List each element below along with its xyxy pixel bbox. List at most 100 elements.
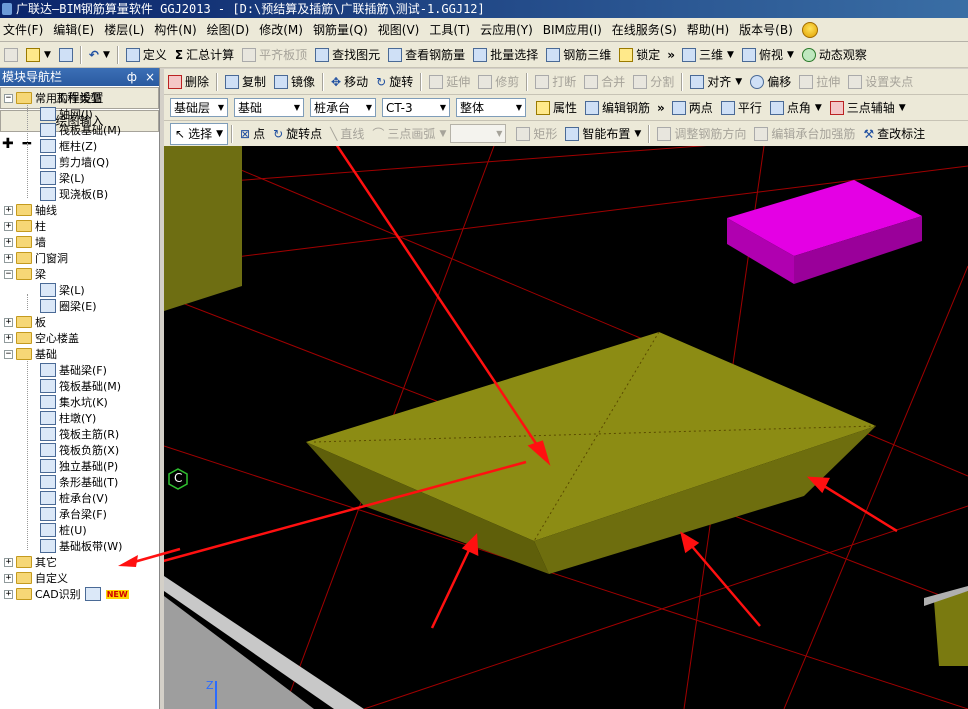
expand-icon[interactable]: + xyxy=(4,221,13,231)
smart-layout-button[interactable]: 智能布置 ▼ xyxy=(561,123,645,145)
rotate-point-button[interactable]: ↻ 旋转点 xyxy=(269,123,326,145)
tree-item-sump[interactable]: 集水坑(K) xyxy=(40,394,108,410)
expand-icon[interactable]: + xyxy=(4,333,13,343)
menu-edit[interactable]: 编辑(E) xyxy=(50,18,101,41)
tree-node-others[interactable]: + 其它 xyxy=(4,554,57,570)
collapse-icon[interactable]: − xyxy=(4,93,13,103)
tree-node-column[interactable]: + 柱 xyxy=(4,218,46,234)
tree-item-cast-slab[interactable]: 现浇板(B) xyxy=(40,186,108,202)
floor-select[interactable]: 基础层 ▼ xyxy=(170,98,228,117)
expand-icon[interactable]: + xyxy=(4,237,13,247)
unit-select[interactable]: 整体 ▼ xyxy=(456,98,526,117)
more-chevron-icon[interactable]: » xyxy=(664,48,678,62)
expand-all-icon[interactable]: ✚ xyxy=(2,136,14,152)
tree-node-foundation[interactable]: − 基础 xyxy=(4,346,57,362)
menu-help[interactable]: 帮助(H) xyxy=(684,18,736,41)
batch-select-button[interactable]: 批量选择 xyxy=(469,44,542,66)
tree-item-cap-beam[interactable]: 承台梁(F) xyxy=(40,506,107,522)
element-type-select[interactable]: 桩承台 ▼ xyxy=(310,98,376,117)
move-button[interactable]: ✥ 移动 xyxy=(327,71,372,93)
view-rebar-qty-button[interactable]: 查看钢筋量 xyxy=(384,44,469,66)
expand-icon[interactable]: + xyxy=(4,253,13,263)
close-icon[interactable]: × xyxy=(145,68,155,86)
delete-button[interactable]: 删除 xyxy=(164,71,213,93)
tree-node-hollow-floor[interactable]: + 空心楼盖 xyxy=(4,330,79,346)
tree-item-foundation-strip[interactable]: 基础板带(W) xyxy=(40,538,122,554)
trim-button[interactable]: 修剪 xyxy=(474,71,523,93)
break-button[interactable]: 打断 xyxy=(531,71,580,93)
menu-online[interactable]: 在线服务(S) xyxy=(609,18,684,41)
tree-item-shear-wall[interactable]: 剪力墙(Q) xyxy=(40,154,109,170)
new-file-button[interactable] xyxy=(0,44,22,66)
offset-button[interactable]: 偏移 xyxy=(746,71,795,93)
extend-button[interactable]: 延伸 xyxy=(425,71,474,93)
menu-floor[interactable]: 楼层(L) xyxy=(101,18,151,41)
parallel-button[interactable]: 平行 xyxy=(717,97,766,119)
set-grip-button[interactable]: 设置夹点 xyxy=(844,71,917,93)
stretch-button[interactable]: 拉伸 xyxy=(795,71,844,93)
tree-item-raft-foundation[interactable]: 筏板基础(M) xyxy=(40,378,121,394)
point-angle-button[interactable]: 点角 ▼ xyxy=(766,97,826,119)
properties-button[interactable]: 属性 xyxy=(532,97,581,119)
menu-view[interactable]: 视图(V) xyxy=(375,18,427,41)
lock-button[interactable]: 锁定 xyxy=(615,44,664,66)
top-view-button[interactable]: 俯视 ▼ xyxy=(738,44,798,66)
tree-item-beam-l[interactable]: 梁(L) xyxy=(40,282,85,298)
tree-item-beam[interactable]: 梁(L) xyxy=(40,170,85,186)
tree-node-beam-group[interactable]: − 梁 xyxy=(4,266,46,282)
menu-bim[interactable]: BIM应用(I) xyxy=(540,18,609,41)
snap-marker[interactable]: C xyxy=(167,468,189,490)
tree-node-axis[interactable]: + 轴线 xyxy=(4,202,57,218)
viewport-canvas[interactable]: Z xyxy=(164,146,968,709)
menu-modify[interactable]: 修改(M) xyxy=(256,18,310,41)
tree-item-pile[interactable]: 桩(U) xyxy=(40,522,87,538)
dynamic-view-button[interactable]: 动态观察 xyxy=(798,44,871,66)
modify-label-button[interactable]: ⚒ 查改标注 xyxy=(859,123,929,145)
sum-calc-button[interactable]: Σ 汇总计算 xyxy=(171,44,238,66)
rebar-3d-button[interactable]: 钢筋三维 xyxy=(542,44,615,66)
more-chevron-icon[interactable]: » xyxy=(654,101,668,115)
collapse-icon[interactable]: − xyxy=(4,269,13,279)
three-point-axis-button[interactable]: 三点辅轴 ▼ xyxy=(826,97,910,119)
select-button[interactable]: ↖ 选择 ▼ xyxy=(170,122,228,145)
element-name-select[interactable]: CT-3 ▼ xyxy=(382,98,450,117)
line-button[interactable]: ╲ 直线 xyxy=(326,123,368,145)
rectangle-button[interactable]: 矩形 xyxy=(512,123,561,145)
edit-cap-rebar-button[interactable]: 编辑承台加强筋 xyxy=(750,123,859,145)
adjust-rebar-dir-button[interactable]: 调整钢筋方向 xyxy=(653,123,750,145)
tree-item-ring-beam[interactable]: 圈梁(E) xyxy=(40,298,97,314)
mirror-button[interactable]: 镜像 xyxy=(270,71,319,93)
copy-button[interactable]: 复制 xyxy=(221,71,270,93)
find-element-button[interactable]: 查找图元 xyxy=(311,44,384,66)
tree-node-cad[interactable]: + CAD识别 NEW xyxy=(4,586,129,602)
collapse-icon[interactable]: − xyxy=(4,349,13,359)
merge-button[interactable]: 合并 xyxy=(580,71,629,93)
view-3d-button[interactable]: 三维 ▼ xyxy=(678,44,738,66)
tree-node-door-window[interactable]: + 门窗洞 xyxy=(4,250,68,266)
two-points-button[interactable]: 两点 xyxy=(668,97,717,119)
tree-item-isolated-foundation[interactable]: 独立基础(P) xyxy=(40,458,118,474)
tree-item-raft-main-rebar[interactable]: 筏板主筋(R) xyxy=(40,426,119,442)
tree-item-foundation-beam[interactable]: 基础梁(F) xyxy=(40,362,107,378)
flat-slab-top-button[interactable]: 平齐板顶 xyxy=(238,44,311,66)
edit-rebar-button[interactable]: 编辑钢筋 xyxy=(581,97,654,119)
menu-element[interactable]: 构件(N) xyxy=(151,18,203,41)
tree-node-custom[interactable]: + 自定义 xyxy=(4,570,68,586)
tree-item-pile-cap[interactable]: 桩承台(V) xyxy=(40,490,108,506)
define-button[interactable]: 定义 xyxy=(122,44,171,66)
3d-viewport[interactable]: Z xyxy=(164,146,968,709)
tree-item-pier[interactable]: 柱墩(Y) xyxy=(40,410,96,426)
tree-item-strip-foundation[interactable]: 条形基础(T) xyxy=(40,474,118,490)
expand-icon[interactable]: + xyxy=(4,205,13,215)
menu-version[interactable]: 版本号(B) xyxy=(736,18,800,41)
menu-file[interactable]: 文件(F) xyxy=(0,18,50,41)
menu-rebar-qty[interactable]: 钢筋量(Q) xyxy=(310,18,375,41)
pin-icon[interactable]: ф xyxy=(127,68,137,86)
expand-icon[interactable]: + xyxy=(4,573,13,583)
right-column-block[interactable] xyxy=(934,591,968,666)
floor-slab-gray[interactable] xyxy=(164,596,314,709)
align-button[interactable]: 对齐 ▼ xyxy=(686,71,746,93)
expand-icon[interactable]: + xyxy=(4,557,13,567)
left-column-block[interactable] xyxy=(164,146,242,311)
tree-item-frame-column[interactable]: 框柱(Z) xyxy=(40,138,97,154)
